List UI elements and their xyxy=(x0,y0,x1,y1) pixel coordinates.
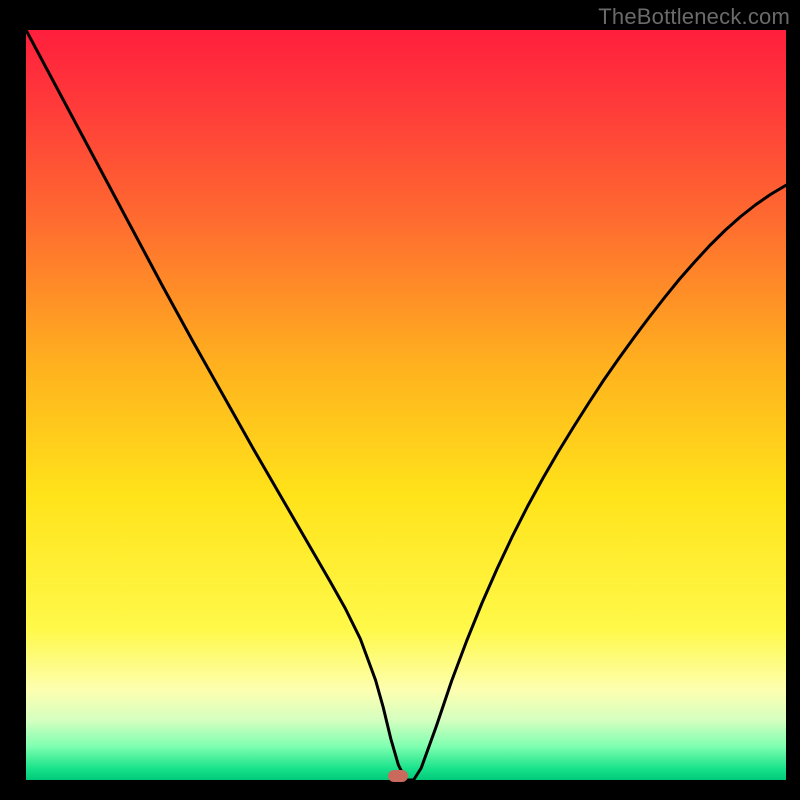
gradient-background xyxy=(26,30,786,780)
bottleneck-chart: TheBottleneck.com xyxy=(0,0,800,800)
watermark-text: TheBottleneck.com xyxy=(598,4,790,30)
optimal-point-marker xyxy=(388,770,408,782)
plot-svg xyxy=(0,0,800,800)
